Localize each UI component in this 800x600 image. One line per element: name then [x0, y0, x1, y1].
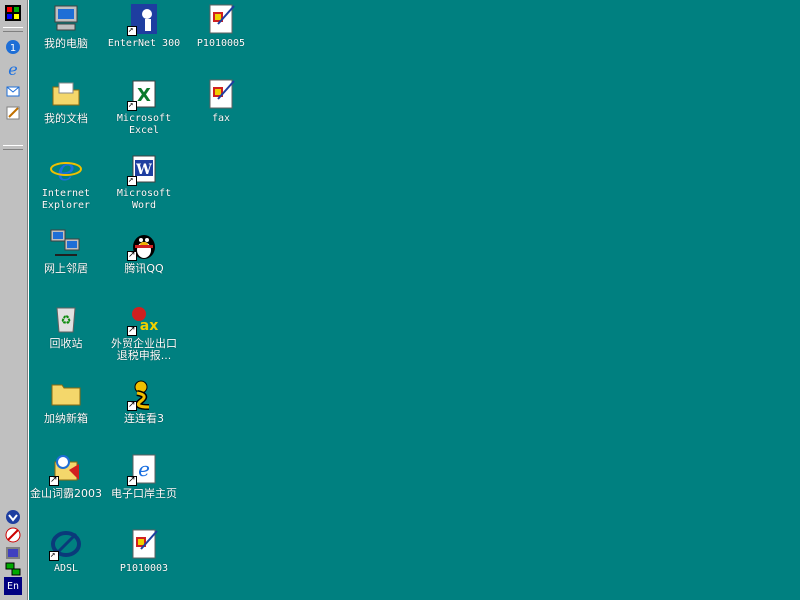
- shortcut-arrow-icon: [127, 174, 137, 186]
- desktop-icon-excel[interactable]: X Microsoft Excel: [105, 77, 183, 137]
- svg-text:e: e: [8, 61, 17, 77]
- my-documents-icon: [49, 77, 83, 111]
- icon-label: 网上邻居: [44, 262, 88, 275]
- image-file-icon: [204, 77, 238, 111]
- taskbar: 1 e En: [0, 0, 29, 600]
- icon-label: 加纳新箱: [44, 412, 88, 425]
- desktop-icon-eport[interactable]: e 电子口岸主页: [105, 452, 183, 500]
- icon-label: Microsoft Word: [116, 188, 172, 211]
- desktop-icon-fax[interactable]: fax: [182, 77, 260, 125]
- icon-label: 我的电脑: [44, 37, 88, 50]
- word-icon: W: [127, 152, 161, 186]
- desktop-icon-my-documents[interactable]: 我的文档: [27, 77, 105, 125]
- tray-icon-1[interactable]: [4, 508, 22, 526]
- shortcut-arrow-icon: [127, 324, 137, 336]
- svg-text:e: e: [57, 153, 75, 186]
- tax-icon: ax: [127, 302, 161, 336]
- svg-text:ax: ax: [140, 318, 158, 334]
- qq-icon: [127, 227, 161, 261]
- icon-label: EnterNet 300: [107, 38, 181, 49]
- toolbar-grip-2[interactable]: [3, 145, 23, 150]
- ie-page-icon: e: [127, 452, 161, 486]
- shortcut-arrow-icon: [127, 474, 137, 486]
- start-logo-icon[interactable]: [4, 4, 22, 22]
- tray-icon-2[interactable]: [4, 526, 22, 544]
- desktop-icon-qq[interactable]: 腾讯QQ: [105, 227, 183, 275]
- game-icon: [127, 377, 161, 411]
- network-neighborhood-icon: [49, 227, 83, 261]
- icon-label: P1010005: [196, 38, 246, 49]
- outlook-quicklaunch-icon[interactable]: [4, 82, 22, 100]
- folder-icon: [49, 377, 83, 411]
- icon-label: 回收站: [49, 337, 83, 350]
- shortcut-arrow-icon: [127, 24, 137, 36]
- desktop-icon-internet-explorer[interactable]: e Internet Explorer: [27, 152, 105, 212]
- dictionary-icon: [49, 452, 83, 486]
- desktop-icon-p1010005[interactable]: P1010005: [182, 2, 260, 50]
- image-file-icon: [127, 527, 161, 561]
- recycle-bin-icon: ♻: [49, 302, 83, 336]
- desktop-icon-my-computer[interactable]: 我的电脑: [27, 2, 105, 50]
- shortcut-arrow-icon: [127, 249, 137, 261]
- shortcut-arrow-icon: [49, 549, 59, 561]
- icon-label: 连连看3: [124, 412, 164, 425]
- ie-quicklaunch-icon[interactable]: e: [4, 60, 22, 78]
- edit-quicklaunch-icon[interactable]: [4, 104, 22, 122]
- desktop-icon-recycle-bin[interactable]: ♻ 回收站: [27, 302, 105, 350]
- image-file-icon: [204, 2, 238, 36]
- internet-explorer-icon: e: [49, 152, 83, 188]
- svg-text:X: X: [137, 85, 151, 106]
- icon-label: 金山词霸2003: [30, 487, 102, 500]
- my-computer-icon: [49, 2, 83, 36]
- enternet-icon: [127, 2, 161, 36]
- desktop-icon-network-neighborhood[interactable]: 网上邻居: [27, 227, 105, 275]
- desktop-icon-dictionary[interactable]: 金山词霸2003: [27, 452, 105, 500]
- desktop-icon-word[interactable]: W Microsoft Word: [105, 152, 183, 212]
- shortcut-arrow-icon: [127, 399, 137, 411]
- icon-label: P1010003: [119, 563, 169, 574]
- desktop-icon-adsl[interactable]: ADSL: [27, 527, 105, 575]
- icon-label: fax: [211, 113, 231, 124]
- svg-text:e: e: [138, 457, 150, 481]
- svg-text:♻: ♻: [61, 313, 72, 327]
- icon-label: 外贸企业出口 退税申报...: [111, 337, 177, 362]
- icon-label: Internet Explorer: [41, 188, 91, 211]
- svg-text:1: 1: [10, 43, 16, 54]
- show-desktop-icon[interactable]: 1: [4, 38, 22, 56]
- shortcut-arrow-icon: [49, 474, 59, 486]
- toolbar-grip[interactable]: [3, 27, 23, 32]
- desktop-icon-tax[interactable]: ax 外贸企业出口 退税申报...: [105, 302, 183, 362]
- excel-icon: X: [127, 77, 161, 111]
- desktop-icon-p1010003[interactable]: P1010003: [105, 527, 183, 575]
- desktop-icon-folder[interactable]: 加纳新箱: [27, 377, 105, 425]
- desktop-icon-enternet[interactable]: EnterNet 300: [105, 2, 183, 50]
- icon-label: 我的文档: [44, 112, 88, 125]
- adsl-icon: [49, 527, 83, 561]
- shortcut-arrow-icon: [127, 99, 137, 111]
- icon-label: 电子口岸主页: [111, 487, 177, 500]
- language-indicator[interactable]: En: [4, 577, 22, 595]
- icon-label: 腾讯QQ: [124, 262, 164, 275]
- icon-label: ADSL: [53, 563, 79, 574]
- tray-network-icon[interactable]: [4, 560, 22, 578]
- icon-label: Microsoft Excel: [116, 113, 172, 136]
- desktop-icon-game[interactable]: 连连看3: [105, 377, 183, 425]
- svg-text:W: W: [135, 162, 152, 178]
